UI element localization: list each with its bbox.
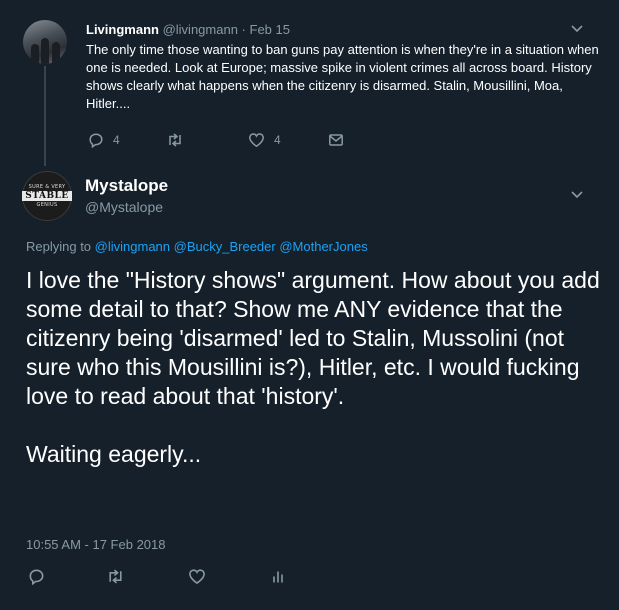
retweet-button[interactable] (166, 132, 184, 148)
reply-button[interactable]: 4 (88, 132, 120, 148)
retweet-icon (106, 568, 125, 585)
tweet-paragraph: I love the "History shows" argument. How… (26, 267, 600, 409)
retweet-icon (166, 132, 184, 148)
direct-message-button[interactable] (328, 132, 344, 148)
tweet-actions: 4 4 (86, 132, 386, 152)
tweet-timestamp[interactable]: 10:55 AM - 17 Feb 2018 (26, 537, 165, 552)
like-count: 4 (274, 133, 281, 147)
tweet-paragraph: Waiting eagerly... (26, 441, 202, 467)
mention-link[interactable]: @livingmann (95, 239, 170, 254)
display-name[interactable]: Livingmann (86, 22, 159, 37)
separator: · (241, 22, 246, 37)
chevron-down-icon[interactable] (568, 186, 586, 204)
replying-to: Replying to @livingmann @Bucky_Breeder @… (26, 239, 368, 254)
parent-tweet[interactable]: Livingmann @livingmann · Feb 15 The only… (0, 0, 619, 162)
tweet-actions (26, 568, 326, 588)
reply-count: 4 (113, 133, 120, 147)
avatar-badge-main: STABLE (22, 191, 72, 201)
avatar-badge-top: SURE & VERY (28, 184, 66, 190)
avatar[interactable]: SURE & VERY STABLE GENIUS (22, 171, 72, 221)
replying-to-label: Replying to (26, 239, 92, 254)
reply-icon (28, 568, 45, 585)
avatar-figure (41, 38, 49, 64)
like-button[interactable]: 4 (248, 132, 281, 148)
tweet-header: Livingmann @livingmann · Feb 15 (86, 22, 290, 38)
heart-icon (188, 568, 206, 585)
analytics-button[interactable] (270, 568, 286, 585)
avatar-figure (31, 44, 39, 64)
envelope-icon (328, 132, 344, 148)
handle[interactable]: @Mystalope (85, 199, 163, 215)
display-name[interactable]: Mystalope (85, 176, 168, 196)
retweet-button[interactable] (106, 568, 125, 585)
tweet-date[interactable]: Feb 15 (250, 22, 290, 37)
avatar-badge-bottom: GENIUS (36, 202, 58, 208)
tweet-text: I love the "History shows" argument. How… (26, 266, 606, 469)
mention-link[interactable]: @Bucky_Breeder (174, 239, 276, 254)
handle[interactable]: @livingmann (163, 22, 238, 37)
analytics-icon (270, 568, 286, 585)
heart-icon (248, 132, 265, 148)
reply-button[interactable] (28, 568, 45, 585)
avatar[interactable] (23, 20, 67, 64)
tweet-text: The only time those wanting to ban guns … (86, 42, 599, 111)
like-button[interactable] (188, 568, 206, 585)
avatar-figure (52, 42, 60, 64)
reply-icon (88, 132, 104, 148)
mention-link[interactable]: @MotherJones (279, 239, 367, 254)
chevron-down-icon[interactable] (568, 20, 586, 38)
